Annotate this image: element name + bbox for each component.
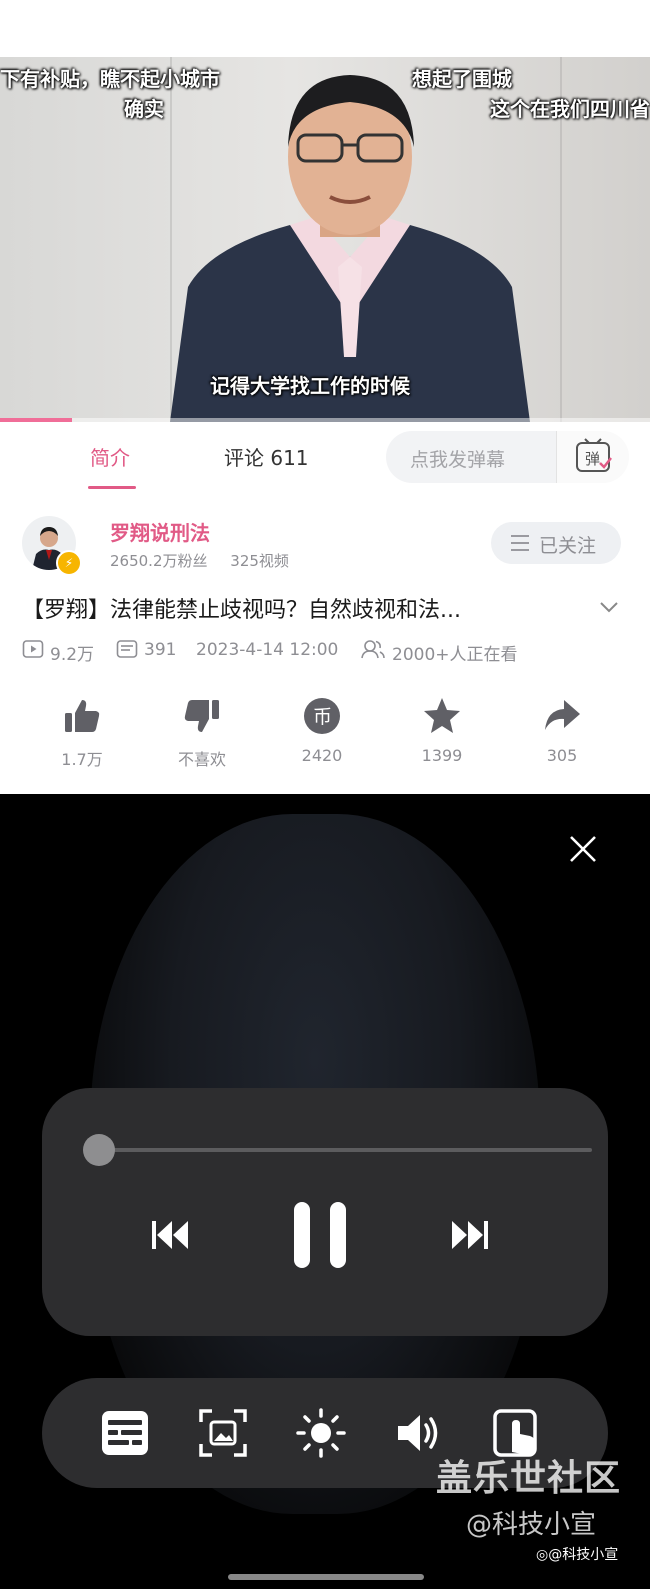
favorite-button[interactable]: 1399 [392,696,492,765]
share-count: 305 [546,746,578,765]
danmu-icon: 弹 [576,438,612,472]
dislike-button[interactable]: 不喜欢 [152,696,252,769]
previous-icon[interactable] [150,1218,190,1252]
brightness-icon[interactable] [296,1408,346,1458]
favorite-count: 1399 [421,746,463,765]
danmu-toggle-button[interactable]: 弹 [556,431,629,483]
uploader-name[interactable]: 罗翔说刑法 [110,517,210,546]
star-icon [424,698,460,733]
home-indicator[interactable] [228,1574,424,1580]
play-count-icon [22,640,44,658]
tab-intro[interactable]: 简介 [90,442,130,471]
verified-badge-icon: ⚡ [56,550,82,576]
viewers-icon [361,640,385,659]
publish-date: 2023-4-14 12:00 [196,640,339,660]
watermark-weibo: ◎@科技小宣 [536,1547,619,1563]
like-button[interactable]: 1.7万 [32,696,132,769]
videos-count: 325视频 [230,552,289,570]
share-icon [545,700,580,730]
danmaku-text: 下有补贴，瞧不起小城市 [0,67,220,91]
watermark-author: @科技小宣 [466,1510,597,1540]
menu-lines-icon [511,535,529,556]
screenshot-icon[interactable] [198,1408,248,1458]
watermark-site: 盖乐世社区 [436,1458,622,1499]
share-button[interactable]: 305 [512,696,612,765]
danmaku-count-icon [116,640,138,658]
thumb-down-icon [184,700,219,732]
tab-underline [88,486,136,489]
follow-label: 已关注 [539,535,597,557]
svg-text:币: 币 [313,706,332,728]
speaker-figure [170,75,530,422]
follow-button[interactable]: 已关注 [491,522,621,564]
seek-bar[interactable] [98,1148,592,1152]
tab-bar: 简介 评论 611 点我发弹幕 弹 [0,422,650,493]
danmaku-text: 确实 [124,97,164,121]
svg-text:弹: 弹 [585,450,600,468]
coin-count: 2420 [301,746,343,765]
play-count: 9.2万 [50,645,95,665]
video-player[interactable]: 下有补贴，瞧不起小城市 确实 想起了围城 这个在我们四川省 记得大学找工作的时候 [0,57,650,422]
video-subtitle: 记得大学找工作的时候 [210,374,410,398]
media-control-overlay: 盖乐世社区 @科技小宣 ◎@科技小宣 [0,794,650,1589]
danmu-input[interactable]: 点我发弹幕 弹 [386,431,629,483]
watching-count: 2000+人正在看 [392,645,518,665]
video-title[interactable]: 【罗翔】法律能禁止歧视吗？自然歧视和法... [22,592,592,624]
chevron-down-icon[interactable] [598,596,620,618]
tab-comments[interactable]: 评论 611 [224,442,309,471]
dislike-label: 不喜欢 [177,750,226,769]
danmu-placeholder: 点我发弹幕 [410,449,506,471]
coin-button[interactable]: 币 2420 [272,696,372,765]
like-count: 1.7万 [61,750,103,769]
subtitle-icon[interactable] [100,1408,150,1458]
danmaku-text: 想起了围城 [412,67,512,91]
danmaku-count: 391 [144,640,177,660]
seek-handle[interactable] [83,1134,115,1166]
coin-icon: 币 [304,698,340,734]
weibo-icon: ◎ [536,1547,549,1563]
uploader-stats: 2650.2万粉丝 325视频 [110,550,289,571]
status-bar [0,0,650,57]
playback-panel [42,1088,608,1336]
danmaku-text: 这个在我们四川省 [490,97,650,121]
thumb-up-icon [65,700,100,732]
video-info-section: ⚡ 罗翔说刑法 2650.2万粉丝 325视频 已关注 【罗翔】法律能禁止歧视吗… [0,492,650,794]
close-icon[interactable] [568,834,598,864]
fans-count: 2650.2万粉丝 [110,552,208,570]
pause-icon[interactable] [292,1200,348,1270]
next-icon[interactable] [450,1218,490,1252]
